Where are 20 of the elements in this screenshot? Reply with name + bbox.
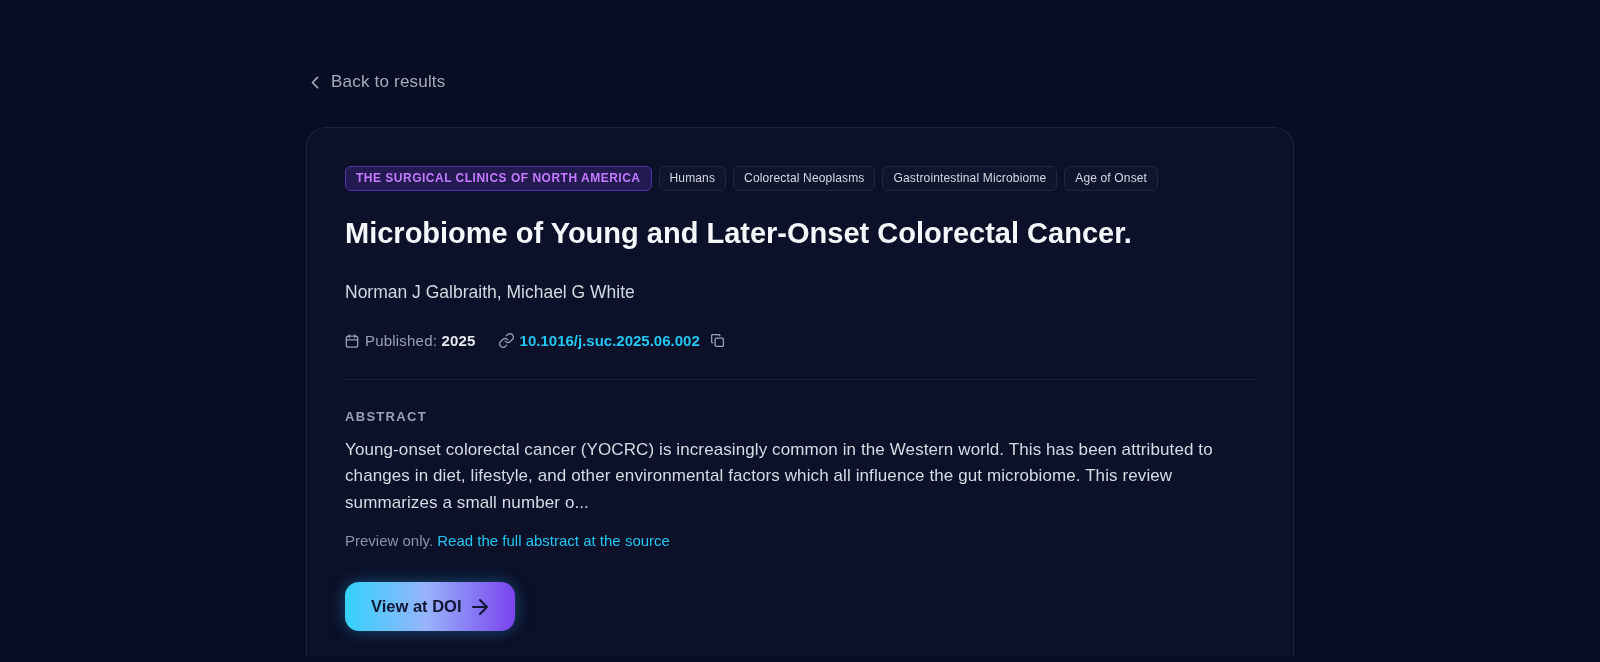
author-list: Norman J Galbraith, Michael G White <box>345 280 1255 303</box>
source-link[interactable]: Read the full abstract at the source <box>437 532 670 549</box>
article-title: Microbiome of Young and Later-Onset Colorectal Cancer. <box>345 215 1133 250</box>
copy-icon[interactable] <box>710 334 724 347</box>
topic-tag: Gastrointestinal Microbiome <box>882 165 1058 191</box>
journal-badge: THE SURGICAL CLINICS OF NORTH AMERICA <box>345 165 652 191</box>
abstract-text: Young-onset colorectal cancer (YOCRC) is increasingly common in the Western world. This has been attributed to changes in diet, lifestyle, and other environmental factors which all influence the gut microbiome. This review summarizes a small number o... <box>345 438 1214 514</box>
topic-tag: Age of Onset <box>1064 165 1159 191</box>
published-date: Published: 2025 <box>365 330 476 351</box>
calendar-icon <box>345 333 359 348</box>
back-link[interactable]: Back to results <box>311 72 446 92</box>
preview-note: Preview only. <box>345 532 434 549</box>
topic-tag: Humans <box>658 165 727 191</box>
link-icon <box>498 333 514 348</box>
chevron-left-icon <box>311 75 319 89</box>
topic-tag: Colorectal Neoplasms <box>733 165 876 191</box>
arrow-right-icon <box>472 598 489 615</box>
abstract-heading: ABSTRACT <box>345 407 428 426</box>
doi-link[interactable]: 10.1016/j.suc.2025.06.002 <box>519 330 700 351</box>
view-doi-button[interactable]: View at DOI <box>345 582 516 631</box>
